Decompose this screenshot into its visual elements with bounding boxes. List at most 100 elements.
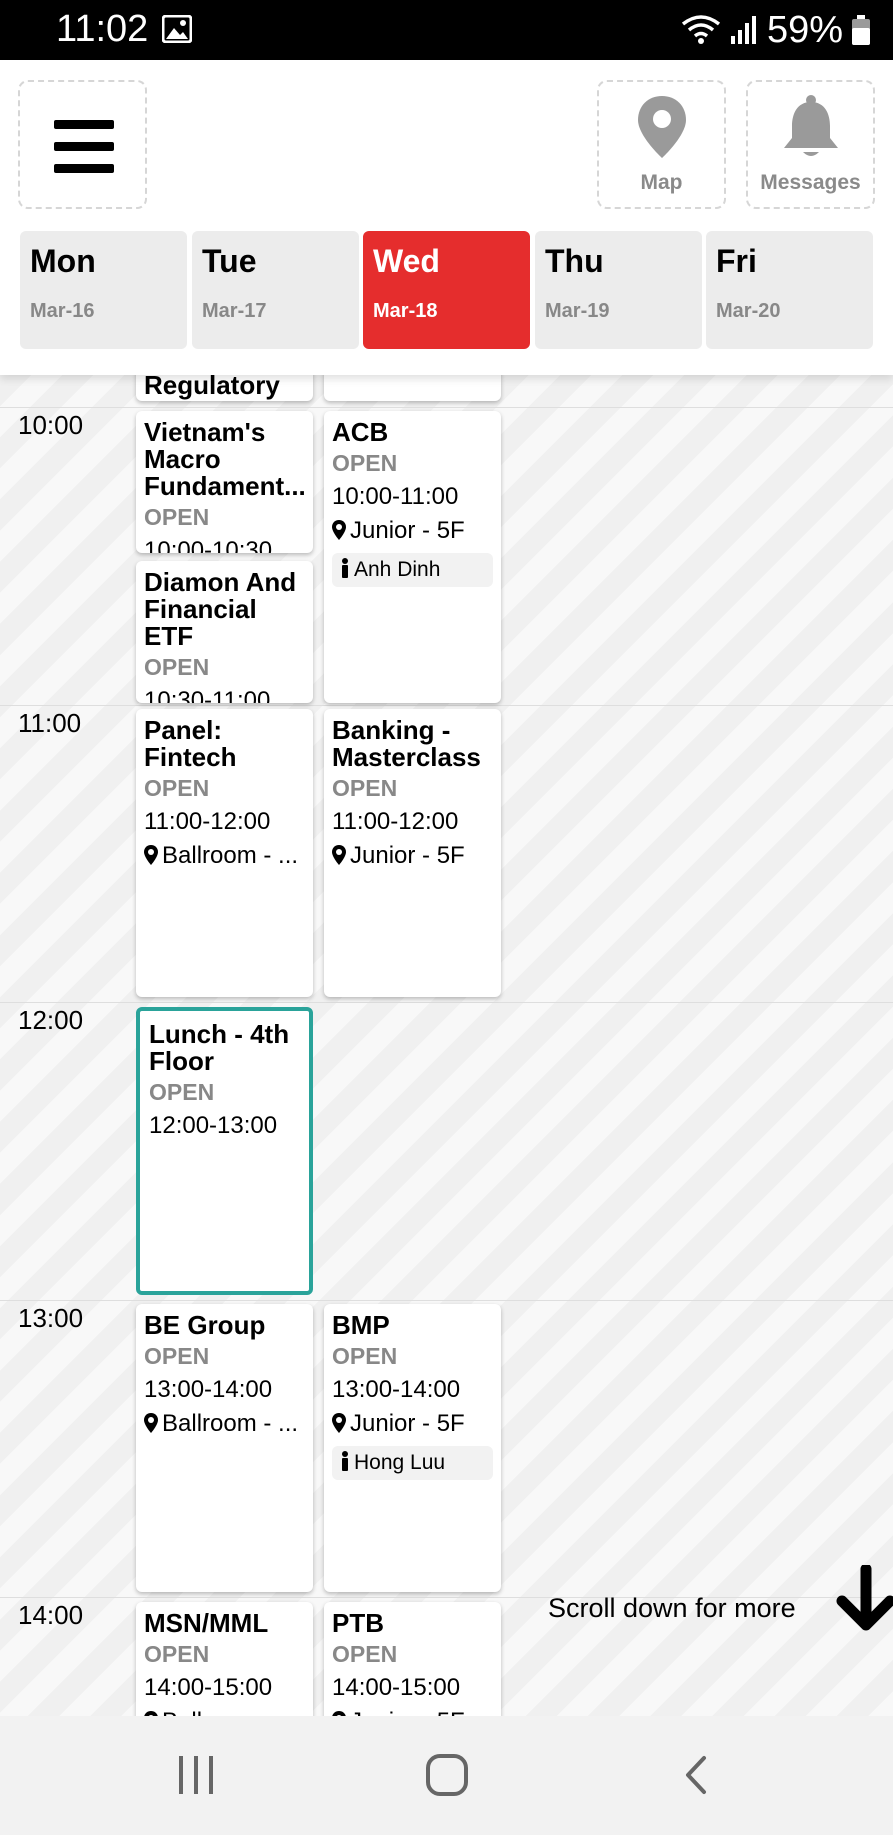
session-speaker-name: Hong Luu — [354, 1451, 446, 1474]
session-location-text: Ballroom - ... — [162, 842, 299, 869]
day-date: Mar-19 — [545, 300, 610, 322]
session-title: PTB — [332, 1608, 384, 1638]
map-button[interactable]: Map — [597, 80, 726, 209]
session-speaker: Anh Dinh — [332, 553, 493, 587]
hour-label-11: 11:00 — [18, 708, 82, 738]
hour-line — [0, 1002, 893, 1003]
session-title: Banking - Masterclass — [332, 715, 481, 772]
location-pin-icon — [144, 1413, 158, 1433]
day-name: Tue — [202, 243, 257, 279]
arrow-down-icon[interactable] — [834, 1565, 893, 1633]
battery-icon — [852, 15, 870, 45]
session-status: OPEN — [332, 1641, 398, 1667]
location-pin-icon — [332, 1413, 346, 1433]
tab-day-fri[interactable]: Fri Mar-20 — [706, 231, 873, 349]
session-status: OPEN — [149, 1079, 215, 1105]
session-time: 10:00-11:00 — [332, 483, 459, 510]
session-location: Junior - 5F — [332, 842, 493, 870]
wifi-icon — [681, 15, 721, 44]
session-title: BMP — [332, 1310, 390, 1340]
location-pin-icon — [144, 845, 158, 865]
session-time: 13:00-14:00 — [332, 1376, 461, 1403]
tab-day-mon[interactable]: Mon Mar-16 — [20, 231, 187, 349]
day-name: Thu — [545, 243, 604, 279]
session-location: Junior - 5F — [332, 1708, 493, 1716]
signal-icon — [730, 16, 756, 44]
session-title: Vietnam's Macro Fundament... — [144, 417, 306, 501]
hour-label-10: 10:00 — [18, 410, 84, 440]
session-status: OPEN — [144, 654, 210, 680]
session-time: 12:00-13:00 — [149, 1112, 278, 1139]
session-status: OPEN — [144, 1343, 210, 1369]
day-name: Fri — [716, 243, 757, 279]
person-icon — [342, 558, 348, 578]
day-name: Mon — [30, 243, 96, 279]
tab-day-tue[interactable]: Tue Mar-17 — [192, 231, 359, 349]
hour-label-14: 14:00 — [18, 1600, 84, 1630]
session-card-vietnam-macro[interactable]: Vietnam's Macro Fundament... OPEN 10:00-… — [136, 411, 313, 553]
recent-apps-icon[interactable] — [176, 1752, 216, 1798]
session-title: BE Group — [144, 1310, 266, 1340]
system-nav-bar — [0, 1716, 893, 1835]
session-time: 10:00-10:30 — [144, 537, 273, 553]
tab-day-wed[interactable]: Wed Mar-18 — [363, 231, 530, 349]
session-card-regulatory[interactable]: Regulatory — [136, 375, 313, 401]
session-location: Ballroom - ... — [144, 1410, 305, 1438]
session-time: 13:00-14:00 — [144, 1376, 273, 1403]
session-time: 14:00-15:00 — [144, 1674, 273, 1701]
session-time: 14:00-15:00 — [332, 1674, 461, 1701]
session-location-text: Junior - 5F — [350, 1708, 465, 1716]
session-title: Panel: Fintech — [144, 715, 237, 772]
session-speaker: Hong Luu — [332, 1446, 493, 1480]
day-date: Mar-18 — [373, 300, 438, 322]
home-icon[interactable] — [424, 1752, 470, 1798]
hour-line — [0, 705, 893, 706]
day-date: Mar-20 — [716, 300, 781, 322]
messages-button[interactable]: Messages — [746, 80, 875, 209]
app-header: Map Messages Mon Mar-16 Tue Mar-17 Wed M… — [0, 60, 893, 375]
hour-label-12: 12:00 — [18, 1005, 84, 1035]
session-card-msn-mml[interactable]: MSN/MML OPEN 14:00-15:00 Ballroom - ... — [136, 1602, 313, 1716]
session-location-text: Ballroom - ... — [162, 1410, 299, 1437]
hour-line — [0, 1300, 893, 1301]
session-title: Diamon And Financial ETF — [144, 567, 297, 651]
session-card-ptb[interactable]: PTB OPEN 14:00-15:00 Junior - 5F — [324, 1602, 501, 1716]
session-card-acb[interactable]: ACB OPEN 10:00-11:00 Junior - 5F Anh Din… — [324, 411, 501, 703]
session-time: 11:00-12:00 — [332, 808, 459, 835]
person-icon — [342, 1451, 348, 1471]
menu-button[interactable] — [18, 80, 147, 209]
session-status: OPEN — [332, 1343, 398, 1369]
session-status: OPEN — [144, 775, 210, 801]
session-status: OPEN — [332, 450, 398, 476]
status-time: 11:02 — [56, 8, 149, 50]
hour-line — [0, 407, 893, 408]
session-location-text: Junior - 5F — [350, 517, 465, 544]
back-icon[interactable] — [680, 1752, 712, 1798]
session-card-partial[interactable] — [324, 375, 501, 401]
session-card-banking-masterclass[interactable]: Banking - Masterclass OPEN 11:00-12:00 J… — [324, 709, 501, 997]
session-location-text: Junior - 5F — [350, 1410, 465, 1437]
session-location: Junior - 5F — [332, 1410, 493, 1438]
hour-label-13: 13:00 — [18, 1303, 84, 1333]
tab-day-thu[interactable]: Thu Mar-19 — [535, 231, 702, 349]
session-card-be-group[interactable]: BE Group OPEN 13:00-14:00 Ballroom - ... — [136, 1304, 313, 1592]
battery-level: 59% — [766, 8, 843, 51]
session-card-diamon-etf[interactable]: Diamon And Financial ETF OPEN 10:30-11:0… — [136, 561, 313, 703]
session-location-text: Ballroom - ... — [162, 1708, 298, 1716]
schedule-grid[interactable]: 10:00 11:00 12:00 13:00 14:00 Regulatory… — [0, 375, 893, 1716]
session-speaker-name: Anh Dinh — [354, 558, 441, 581]
session-status: OPEN — [144, 504, 210, 530]
location-pin-icon — [332, 520, 346, 540]
session-card-bmp[interactable]: BMP OPEN 13:00-14:00 Junior - 5F Hong Lu… — [324, 1304, 501, 1592]
session-location: Ballroom - ... — [144, 1708, 305, 1716]
session-card-panel-fintech[interactable]: Panel: Fintech OPEN 11:00-12:00 Ballroom… — [136, 709, 313, 997]
status-bar: 11:02 59% — [0, 0, 893, 60]
image-icon — [162, 15, 192, 43]
session-time: 10:30-11:00 — [144, 687, 271, 703]
messages-label: Messages — [760, 171, 861, 194]
day-name: Wed — [373, 243, 440, 279]
session-status: OPEN — [144, 1641, 210, 1667]
session-title: Lunch - 4th Floor — [149, 1019, 290, 1076]
session-location-text: Junior - 5F — [350, 842, 465, 869]
session-card-lunch[interactable]: Lunch - 4th Floor OPEN 12:00-13:00 — [136, 1007, 313, 1295]
